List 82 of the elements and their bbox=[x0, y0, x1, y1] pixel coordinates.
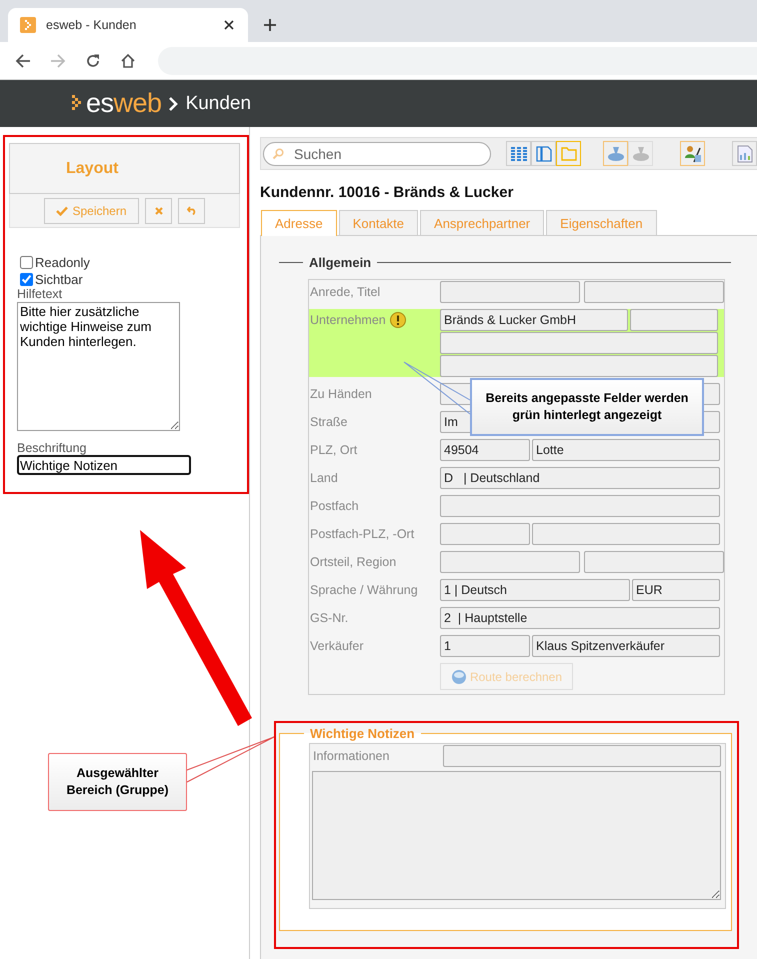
input-field[interactable] bbox=[440, 495, 720, 517]
field-label: Anrede, Titel bbox=[310, 285, 380, 299]
back-icon[interactable] bbox=[15, 52, 31, 68]
input-field[interactable] bbox=[440, 523, 530, 545]
field-label: GS-Nr. bbox=[310, 611, 348, 625]
leader-line bbox=[404, 362, 470, 414]
tool-button[interactable] bbox=[680, 141, 705, 166]
help-text-area[interactable]: Bitte hier zusätzliche wichtige Hinweise zum Kunden hinterlegen. bbox=[17, 302, 180, 431]
people-icon bbox=[684, 144, 702, 162]
caption-input[interactable]: Wichtige Notizen bbox=[17, 455, 191, 475]
globe-icon bbox=[450, 668, 467, 684]
input-field[interactable]: Klaus Spitzenverkäufer bbox=[532, 635, 720, 657]
input-field[interactable] bbox=[532, 523, 720, 545]
field-label: Verkäufer bbox=[310, 639, 364, 653]
input-field[interactable] bbox=[440, 281, 580, 303]
input-field[interactable]: 1 | Deutsch bbox=[440, 579, 630, 601]
input-field[interactable]: 49504 bbox=[440, 439, 530, 461]
input-field[interactable]: 2 | Hauptstelle bbox=[440, 607, 720, 629]
input-field[interactable]: Bränds & Lucker GmbH bbox=[440, 309, 628, 331]
panel-title: Layout bbox=[66, 160, 118, 178]
checkbox-label: Sichtbar bbox=[35, 272, 83, 287]
search-icon bbox=[272, 148, 284, 160]
input-field[interactable] bbox=[630, 309, 718, 331]
chevron-icon bbox=[168, 96, 178, 112]
input-field[interactable] bbox=[440, 355, 718, 377]
reload-icon[interactable] bbox=[85, 52, 101, 68]
page-title: Kunden bbox=[186, 92, 252, 114]
view-button[interactable] bbox=[506, 141, 531, 166]
callout-tooltip: Ausgewählter Bereich (Gruppe) bbox=[48, 753, 187, 811]
report-icon bbox=[736, 144, 752, 162]
input-field[interactable] bbox=[443, 745, 721, 767]
field-label: Straße bbox=[310, 415, 348, 429]
close-icon[interactable] bbox=[224, 20, 234, 30]
input-field[interactable]: Lotte bbox=[532, 439, 720, 461]
logo-text: esweb bbox=[86, 90, 162, 117]
field-label: Hilfetext bbox=[17, 287, 64, 301]
field-label: PLZ, Ort bbox=[310, 443, 358, 457]
section-title: Wichtige Notizen bbox=[309, 726, 416, 741]
app-favicon-icon bbox=[20, 17, 36, 33]
checkbox-label: Readonly bbox=[35, 255, 90, 270]
discard-button[interactable] bbox=[145, 198, 172, 224]
section-title: Allgemein bbox=[308, 255, 372, 270]
field-label: Informationen bbox=[313, 749, 390, 763]
field-label: Zu Händen bbox=[310, 387, 372, 401]
field-label: Beschriftung bbox=[17, 441, 88, 455]
text-area[interactable] bbox=[312, 771, 721, 900]
field-label: Ortsteil, Region bbox=[310, 555, 396, 569]
field-label: Land bbox=[310, 471, 338, 485]
input-field[interactable] bbox=[584, 551, 724, 573]
browser-tab[interactable]: esweb - Kunden bbox=[8, 8, 248, 42]
check-icon bbox=[56, 206, 68, 216]
input-field[interactable] bbox=[440, 551, 580, 573]
view-button[interactable] bbox=[531, 141, 556, 166]
callout-tooltip: Bereits angepasste Felder werden grün hinterlegt angezeigt bbox=[470, 378, 704, 436]
search-field[interactable]: Suchen bbox=[263, 142, 491, 166]
stamp-icon bbox=[606, 146, 624, 162]
input-field[interactable]: 1 bbox=[440, 635, 530, 657]
new-tab-icon[interactable] bbox=[263, 18, 277, 32]
view-button[interactable] bbox=[556, 141, 581, 166]
folder-icon bbox=[560, 146, 576, 160]
checkbox[interactable] bbox=[20, 273, 33, 286]
field-label: Sprache / Währung bbox=[310, 583, 418, 597]
cross-icon bbox=[154, 206, 162, 214]
warning-icon bbox=[390, 312, 406, 328]
input-field[interactable]: EUR bbox=[632, 579, 720, 601]
field-label: Postfach-PLZ, -Ort bbox=[310, 527, 414, 541]
record-title: Kundennr. 10016 - Bränds & Lucker bbox=[260, 184, 514, 201]
input-field[interactable] bbox=[584, 281, 724, 303]
field-label: Unternehmen bbox=[310, 313, 386, 327]
input-field[interactable]: D | Deutschland bbox=[440, 467, 720, 489]
undo-button[interactable] bbox=[178, 198, 205, 224]
tool-button[interactable] bbox=[732, 141, 757, 166]
logo-arrow-icon bbox=[72, 94, 84, 112]
field-label: Postfach bbox=[310, 499, 359, 513]
checkbox[interactable] bbox=[20, 256, 33, 269]
undo-icon bbox=[186, 206, 196, 215]
stamp-icon bbox=[632, 146, 650, 162]
tab-title: esweb - Kunden bbox=[46, 18, 138, 32]
home-icon[interactable] bbox=[120, 52, 136, 68]
input-field[interactable] bbox=[440, 332, 718, 354]
table-view-icon bbox=[510, 146, 526, 160]
detail-view-icon bbox=[536, 146, 552, 162]
